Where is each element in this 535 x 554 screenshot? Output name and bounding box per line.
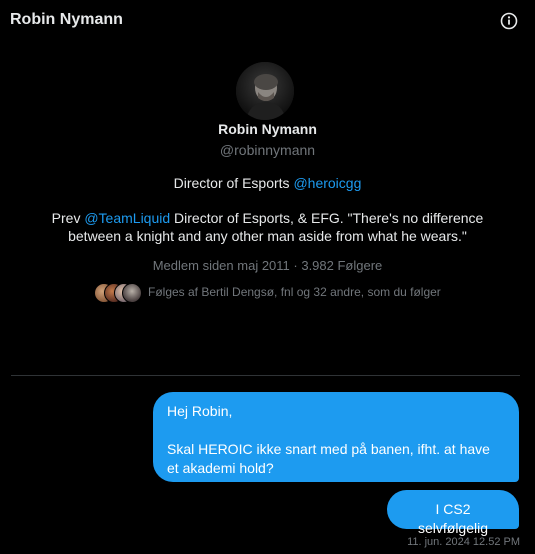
profile-bio-line-2: Prev @TeamLiquid Director of Esports, & … xyxy=(40,209,495,245)
message-text: I CS2 selvfølgelig xyxy=(417,501,489,536)
avatar[interactable] xyxy=(236,62,294,120)
message-text: Hej Robin, xyxy=(167,403,233,419)
profile-name[interactable]: Robin Nymann xyxy=(0,121,535,137)
message-bubble-sent[interactable]: I CS2 selvfølgelig xyxy=(387,490,519,536)
profile-bio-line-1: Director of Esports @heroicgg xyxy=(0,175,535,191)
mention-link-heroicgg[interactable]: @heroicgg xyxy=(293,175,361,191)
meta-separator: · xyxy=(289,258,302,273)
bio-text: Director of Esports xyxy=(173,175,294,191)
conversation-header: Robin Nymann xyxy=(0,0,535,44)
followed-by-text: Følges af Bertil Dengsø, fnl og 32 andre… xyxy=(148,285,441,299)
info-circle-icon[interactable] xyxy=(499,11,519,31)
followers-count[interactable]: 3.982 Følgere xyxy=(301,258,382,273)
avatar-image xyxy=(236,62,294,120)
profile-meta: Medlem siden maj 2011 · 3.982 Følgere xyxy=(0,258,535,273)
bio-text: Prev xyxy=(51,210,85,226)
message-bubble-sent[interactable]: Hej Robin, Skal HEROIC ikke snart med på… xyxy=(153,392,519,482)
divider xyxy=(11,375,520,376)
follower-avatar xyxy=(122,283,142,303)
mention-link-teamliquid[interactable]: @TeamLiquid xyxy=(84,210,170,226)
message-timestamp: 11. jun. 2024 12.52 PM xyxy=(407,536,520,548)
profile-handle: @robinnymann xyxy=(219,142,316,158)
conversation-title: Robin Nymann xyxy=(10,11,123,28)
message-text: Skal HEROIC ikke snart med på banen, ifh… xyxy=(167,441,490,476)
member-since: Medlem siden maj 2011 xyxy=(152,258,290,273)
